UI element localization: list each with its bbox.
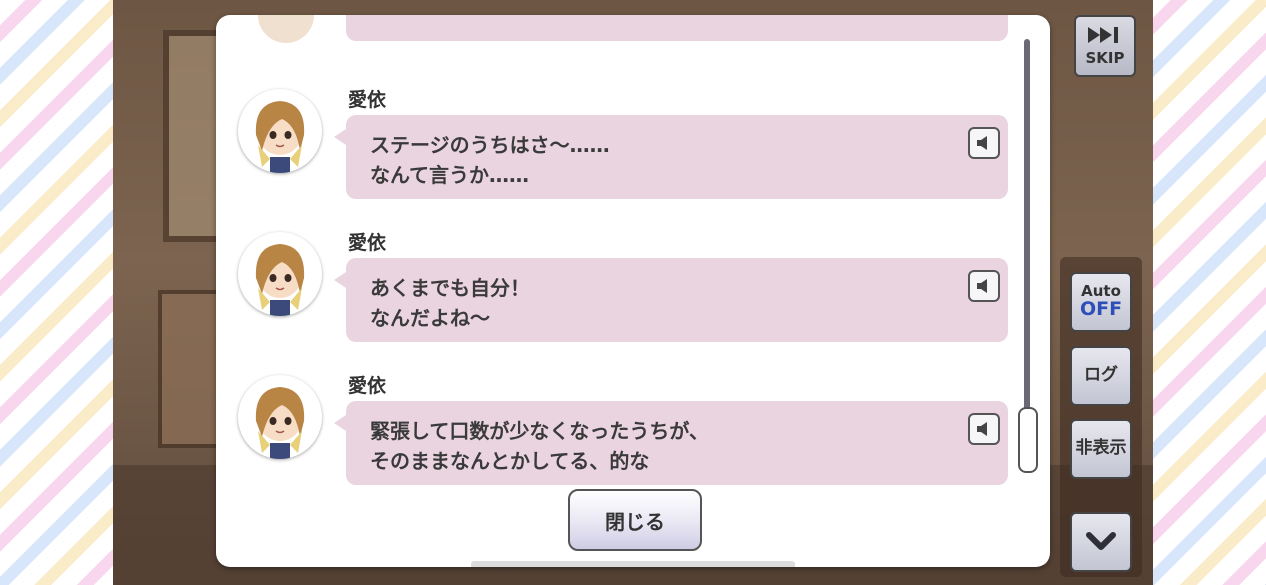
speaker-name: 愛依 [348,232,387,254]
dialogue-line: なんだよね〜 [370,306,490,330]
auto-toggle-button[interactable]: Auto OFF [1070,272,1132,332]
speaker-name: 愛依 [348,89,387,111]
dialogue-bubble: ステージのうちはさ〜…… なんて言うか…… [334,115,1008,199]
panel-bottom-edge [471,561,795,567]
auto-state: OFF [1079,297,1123,320]
avatar [256,15,316,45]
skip-button[interactable]: SKIP [1074,15,1136,77]
log-entry: 愛依 ステージのうちはさ〜…… なんて言うか…… [216,89,1016,229]
log-button[interactable]: ログ [1070,346,1132,406]
skip-icon [1088,27,1118,43]
dialogue-line: ステージのうちはさ〜…… [370,133,610,157]
speaker-name: 愛依 [348,375,387,397]
log-label: ログ [1084,365,1118,386]
skip-label: SKIP [1085,49,1125,67]
avatar [238,375,322,459]
dialogue-line: そのままなんとかしてる、的な [370,449,650,473]
speaker-icon [977,136,987,150]
scrollbar-thumb[interactable] [1018,407,1038,473]
voice-replay-button[interactable] [968,270,1000,302]
backlog-list[interactable]: 愛依 ステージのうちはさ〜…… なんて言うか…… 愛依 あくまでも自分！ なんだ… [216,15,1016,567]
scrollbar-track[interactable] [1024,39,1030,469]
hide-button[interactable]: 非表示 [1070,419,1132,479]
speaker-icon [977,279,987,293]
hide-label: 非表示 [1075,438,1127,459]
voice-replay-button[interactable] [968,127,1000,159]
avatar [238,232,322,316]
dialogue-bubble: 緊張して口数が少なくなったうちが、 そのままなんとかしてる、的な [334,401,1008,485]
close-button[interactable]: 閉じる [568,489,702,551]
voice-replay-button[interactable] [968,413,1000,445]
avatar [238,89,322,173]
dialogue-line: 緊張して口数が少なくなったうちが、 [370,419,709,443]
speaker-icon [977,422,987,436]
chevron-down-icon [1086,532,1116,550]
dialogue-line: なんて言うか…… [370,163,529,187]
backlog-panel: 愛依 ステージのうちはさ〜…… なんて言うか…… 愛依 あくまでも自分！ なんだ… [216,15,1050,567]
menu-toggle-button[interactable] [1070,512,1132,572]
dialogue-line: あくまでも自分！ [370,276,530,300]
dialogue-bubble-partial [346,15,1008,41]
log-entry: 愛依 あくまでも自分！ なんだよね〜 [216,232,1016,372]
dialogue-bubble: あくまでも自分！ なんだよね〜 [334,258,1008,342]
